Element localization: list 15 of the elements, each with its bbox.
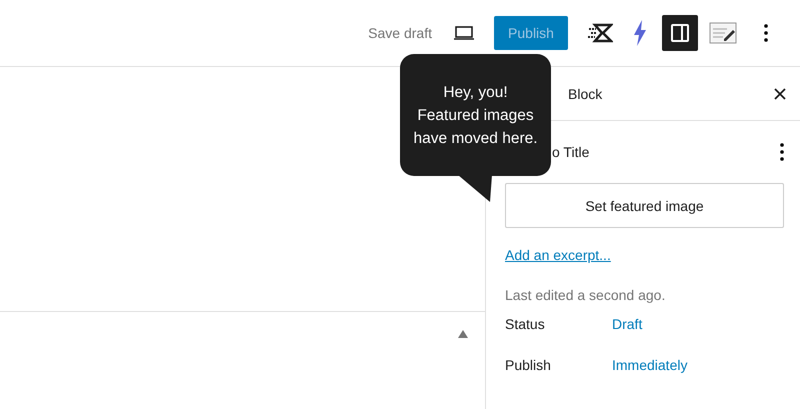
- more-options-icon[interactable]: [780, 143, 784, 161]
- field-label: Status: [505, 316, 546, 332]
- sidebar-toggle-icon[interactable]: [662, 15, 698, 51]
- set-featured-image-button[interactable]: Set featured image: [505, 183, 784, 228]
- field-value-link[interactable]: Draft: [612, 316, 642, 332]
- post-title: o Title: [552, 144, 590, 160]
- field-label: Publish: [505, 356, 552, 372]
- field-value-link[interactable]: Immediately: [612, 356, 688, 372]
- add-excerpt-link[interactable]: Add an excerpt...: [505, 247, 611, 263]
- save-draft-button[interactable]: Save draft: [356, 16, 444, 50]
- collapse-arrow-icon[interactable]: [458, 330, 468, 338]
- tooltip-text: Hey, you! Featured images have moved here.: [413, 82, 538, 148]
- sidebar-tab[interactable]: Block: [568, 86, 602, 102]
- close-icon[interactable]: [774, 88, 786, 100]
- last-edited-text: Last edited a second ago.: [505, 287, 666, 303]
